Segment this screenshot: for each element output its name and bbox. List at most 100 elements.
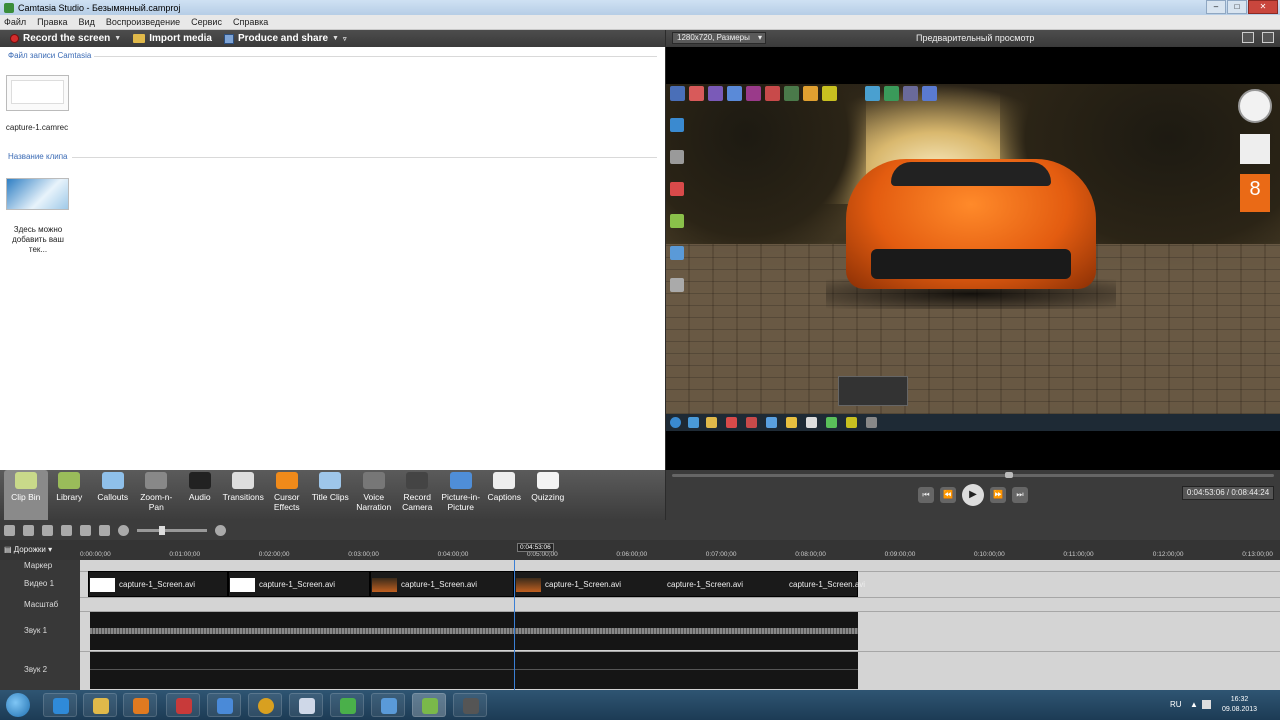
task-tab-label: Picture-in-Picture xyxy=(441,492,481,512)
clock-date: 09.08.2013 xyxy=(1222,706,1258,713)
camera-icon xyxy=(406,472,429,489)
scrubber-handle[interactable] xyxy=(1005,472,1014,478)
os-taskbar: RU ▲ 16:32 09.08.2013 xyxy=(0,690,1280,720)
track-divider xyxy=(80,597,1280,598)
task-tab-callouts[interactable]: Callouts xyxy=(91,470,135,520)
taskbar-app[interactable] xyxy=(166,693,200,717)
desktop-app-icon xyxy=(865,86,880,101)
audio1-clip[interactable] xyxy=(90,612,858,650)
video-clip[interactable]: capture-1_Screen.avi capture-1_Screen.av… xyxy=(514,571,865,597)
record-screen-button[interactable]: Record the screen ▼ xyxy=(10,33,121,44)
desktop-app-icon xyxy=(670,118,684,132)
task-tab-zoom-n-pan[interactable]: Zoom-n-Pan xyxy=(135,470,179,520)
task-tab-library[interactable]: Library xyxy=(48,470,92,520)
car-windshield xyxy=(891,162,1051,186)
marker-track-header: Маркер xyxy=(0,560,80,571)
video-track-header[interactable]: Видео 1 xyxy=(0,571,80,597)
minimize-button[interactable]: – xyxy=(1206,0,1226,14)
task-tab-audio[interactable]: Audio xyxy=(178,470,222,520)
timeline-zoom-slider[interactable] xyxy=(137,525,207,535)
task-tab-label: Captions xyxy=(487,492,522,502)
taskbar-camtasia[interactable] xyxy=(412,693,446,717)
taskbar-app[interactable] xyxy=(330,693,364,717)
recording-thumbnail[interactable] xyxy=(6,75,69,111)
paste-icon[interactable] xyxy=(80,524,91,536)
audio2-track-header[interactable]: Звук 2 xyxy=(0,651,80,690)
system-clock[interactable]: 16:32 09.08.2013 xyxy=(1222,695,1257,715)
start-button[interactable] xyxy=(6,693,30,717)
menu-help[interactable]: Справка xyxy=(233,17,268,27)
produce-share-label: Produce and share xyxy=(238,33,329,44)
menu-bar: Файл Правка Вид Воспроизведение Сервис С… xyxy=(0,15,1280,30)
maximize-button[interactable]: □ xyxy=(1227,0,1247,14)
fullscreen-icon[interactable] xyxy=(1242,32,1254,43)
menu-view[interactable]: Вид xyxy=(79,17,95,27)
tracks-icon: ▤ xyxy=(4,545,12,554)
menu-file[interactable]: Файл xyxy=(4,17,26,27)
dimensions-select[interactable]: 1280x720, Размеры ▾ xyxy=(672,32,766,44)
task-tab-transitions[interactable]: Transitions xyxy=(222,470,266,520)
timeline-ruler[interactable]: 0:00:00;00 0:01:00;00 0:02:00;00 0:03:00;00… xyxy=(80,540,1280,560)
ruler-tick-label: 0:12:00;00 xyxy=(1152,551,1184,558)
network-icon[interactable] xyxy=(1202,700,1211,709)
detach-icon[interactable] xyxy=(1262,32,1274,43)
task-tab-voice-narration[interactable]: Voice Narration xyxy=(352,470,396,520)
task-tab-record-camera[interactable]: Record Camera xyxy=(396,470,440,520)
taskbar-app[interactable] xyxy=(289,693,323,717)
step-back-icon[interactable]: ⏪ xyxy=(940,487,956,503)
task-tab-label: Quizzing xyxy=(531,492,565,502)
taskbar-app[interactable] xyxy=(207,693,241,717)
step-forward-icon[interactable]: ⏩ xyxy=(990,487,1006,503)
audio2-clip[interactable] xyxy=(90,652,858,689)
taskbar-app[interactable] xyxy=(371,693,405,717)
task-tab-cursor-effects[interactable]: Cursor Effects xyxy=(265,470,309,520)
task-tab-captions[interactable]: Captions xyxy=(483,470,527,520)
import-media-button[interactable]: Import media xyxy=(133,33,212,44)
clip-thumbnail xyxy=(372,578,397,592)
task-tab-clip-bin[interactable]: Clip Bin xyxy=(4,470,48,520)
copy-icon[interactable] xyxy=(61,524,72,536)
tray-expand-icon[interactable]: ▲ xyxy=(1190,700,1199,709)
task-tab-quizzing[interactable]: Quizzing xyxy=(526,470,570,520)
go-to-end-icon[interactable]: ⏭ xyxy=(1012,487,1028,503)
menu-edit[interactable]: Правка xyxy=(37,17,67,27)
task-tab-picture-in-picture[interactable]: Picture-in-Picture xyxy=(439,470,483,520)
zoom-in-icon[interactable] xyxy=(215,524,226,536)
playback-scrubber[interactable] xyxy=(672,474,1274,477)
title-clip-thumbnail[interactable] xyxy=(6,178,69,210)
chevron-down-icon: ▼ xyxy=(114,35,122,42)
thumbnail-frame xyxy=(11,80,64,104)
desktop-app-icon xyxy=(803,86,818,101)
preview-canvas[interactable]: 8 xyxy=(666,47,1280,470)
menu-playback[interactable]: Воспроизведение xyxy=(106,17,180,27)
desktop-app-icon xyxy=(689,86,704,101)
taskbar-explorer[interactable] xyxy=(83,693,117,717)
taskbar-chrome[interactable] xyxy=(248,693,282,717)
video-clip[interactable]: capture-1_Screen.avi xyxy=(370,571,514,597)
window-title: Camtasia Studio - Безымянный.camproj xyxy=(18,2,181,13)
playhead[interactable] xyxy=(514,560,515,690)
go-to-start-icon[interactable]: ⏮ xyxy=(918,487,934,503)
play-icon[interactable]: ▶ xyxy=(962,484,984,506)
tracks-menu-button[interactable]: ▤ Дорожки ▾ xyxy=(4,545,52,554)
video-clip[interactable]: capture-1_Screen.avi xyxy=(88,571,228,597)
taskbar-app[interactable] xyxy=(453,693,487,717)
language-indicator[interactable]: RU xyxy=(1170,700,1182,709)
cut-icon[interactable] xyxy=(42,524,53,536)
close-button[interactable]: ✕ xyxy=(1248,0,1278,14)
preview-title: Предварительный просмотр xyxy=(916,33,1035,43)
toolbar-options-icon[interactable]: ▿ xyxy=(343,35,347,43)
taskbar-ie[interactable] xyxy=(43,693,77,717)
split-icon[interactable] xyxy=(99,524,110,536)
taskbar-media[interactable] xyxy=(123,693,157,717)
undo-icon[interactable] xyxy=(4,524,15,536)
audio1-track-header[interactable]: Звук 1 xyxy=(0,611,80,651)
redo-icon[interactable] xyxy=(23,524,34,536)
zoom-out-icon[interactable] xyxy=(118,524,129,536)
menu-tools[interactable]: Сервис xyxy=(191,17,222,27)
desktop-app-icon xyxy=(670,150,684,164)
task-tab-title-clips[interactable]: Title Clips xyxy=(309,470,353,520)
desktop-app-icon xyxy=(727,86,742,101)
video-clip[interactable]: capture-1_Screen.avi xyxy=(228,571,370,597)
produce-share-button[interactable]: Produce and share ▼ ▿ xyxy=(224,33,346,44)
